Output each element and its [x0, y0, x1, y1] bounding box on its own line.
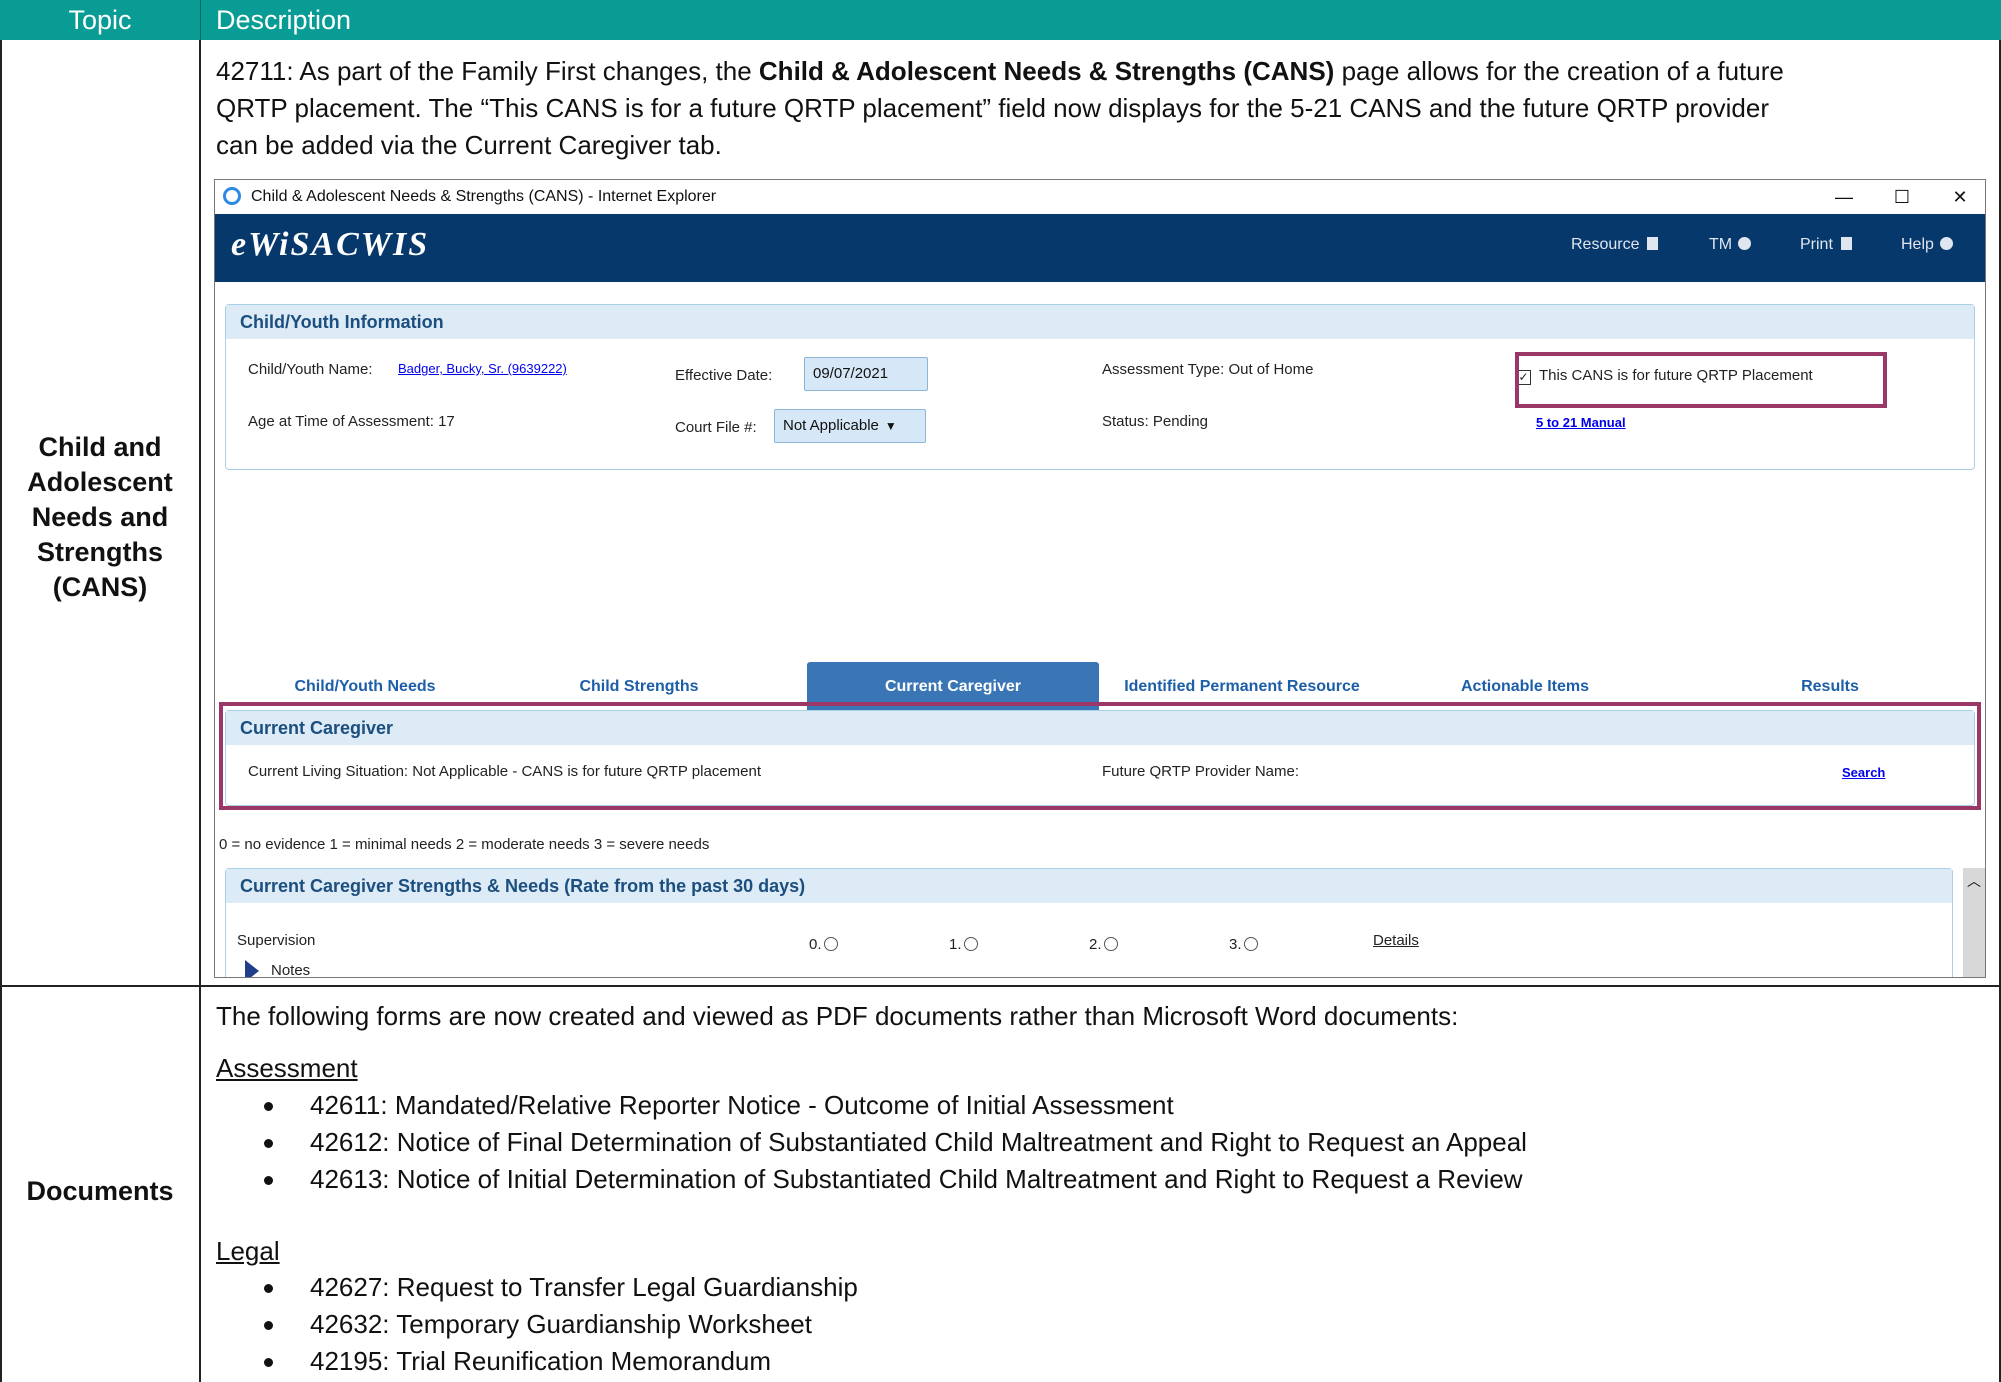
desc-text: 42711: As part of the Family First chang…	[216, 56, 759, 86]
row2-topic: Documents	[26, 1176, 174, 1206]
radio-icon	[1103, 937, 1118, 951]
chevron-down-icon: ▼	[884, 419, 897, 433]
legal-heading: Legal	[216, 1236, 280, 1266]
list-item-text: 42632: Temporary Guardianship Worksheet	[310, 1309, 812, 1339]
bullet-icon	[264, 1284, 273, 1293]
vertical-scrollbar[interactable]: ︿	[1963, 868, 1985, 977]
child-name-label: Child/Youth Name:	[248, 361, 373, 378]
table-row-divider	[0, 985, 2001, 987]
item-label: Supervision	[237, 932, 316, 949]
bullet-icon	[264, 1102, 273, 1111]
details-link[interactable]: Details	[1373, 932, 1419, 949]
globe-icon	[1738, 237, 1752, 250]
rating-0[interactable]: 0.	[809, 936, 838, 953]
scroll-up-icon[interactable]: ︿	[1963, 868, 1985, 894]
window-titlebar: Child & Adolescent Needs & Strengths (CA…	[215, 180, 1985, 214]
maximize-button[interactable]: ☐	[1877, 180, 1927, 214]
tm-link[interactable]: TM	[1709, 236, 1752, 254]
list-item-text: 42611: Mandated/Relative Reporter Notice…	[310, 1090, 1174, 1120]
list-item-text: 42613: Notice of Initial Determination o…	[310, 1164, 1523, 1194]
desc-text: page allows for the creation of a future	[1334, 56, 1784, 86]
description-column-header: Description	[216, 5, 352, 35]
help-label: Help	[1901, 236, 1934, 253]
row1-topic-line: Needs and	[31, 502, 169, 532]
table-header: Topic Description	[0, 0, 2001, 40]
row2-intro: The following forms are now created and …	[216, 1001, 1459, 1031]
list-item-text: 42195: Trial Reunification Memorandum	[310, 1346, 772, 1376]
rating-legend: 0 = no evidence 1 = minimal needs 2 = mo…	[219, 836, 710, 853]
question-icon	[1939, 237, 1953, 250]
notes-arrow-icon[interactable]	[245, 960, 259, 977]
child-info-header: Child/Youth Information	[226, 305, 1974, 339]
radio-icon	[963, 937, 978, 951]
rating-label: 1.	[949, 936, 962, 953]
cans-screenshot: Child & Adolescent Needs & Strengths (CA…	[214, 179, 1986, 978]
print-label: Print	[1800, 236, 1833, 253]
court-file-select[interactable]: Not Applicable ▼	[774, 409, 926, 443]
printer-icon	[1840, 237, 1852, 250]
print-link[interactable]: Print	[1800, 236, 1852, 254]
list-item-text: 42612: Notice of Final Determination of …	[310, 1127, 1527, 1157]
radio-icon	[1243, 937, 1258, 951]
row1-topic: Child and Adolescent Needs and Strengths…	[0, 430, 200, 605]
rating-label: 0.	[809, 936, 822, 953]
bullet-icon	[264, 1321, 273, 1330]
effective-date-field[interactable]: 09/07/2021	[804, 357, 928, 391]
court-file-value: Not Applicable	[783, 417, 879, 434]
header-divider	[200, 0, 201, 40]
rating-label: 2.	[1089, 936, 1102, 953]
tm-label: TM	[1709, 236, 1733, 253]
caregiver-highlight-box	[219, 702, 1981, 810]
resource-label: Resource	[1571, 236, 1640, 253]
row1-description: 42711: As part of the Family First chang…	[216, 53, 1784, 164]
strengths-needs-header: Current Caregiver Strengths & Needs (Rat…	[226, 869, 1952, 903]
assessment-heading: Assessment	[216, 1053, 358, 1083]
rating-1[interactable]: 1.	[949, 936, 978, 953]
row1-topic-line: Strengths	[36, 537, 163, 567]
age-at-assessment: Age at Time of Assessment: 17	[248, 413, 455, 430]
court-file-label: Court File #:	[675, 419, 757, 436]
effective-date-label: Effective Date:	[675, 367, 773, 384]
window-title: Child & Adolescent Needs & Strengths (CA…	[251, 188, 717, 205]
manual-link[interactable]: 5 to 21 Manual	[1536, 415, 1626, 430]
row1-topic-line: Child and	[38, 432, 162, 462]
rating-2[interactable]: 2.	[1089, 936, 1118, 953]
rating-label: 3.	[1229, 936, 1242, 953]
row1-desc-line2: QRTP placement. The “This CANS is for a …	[216, 93, 1770, 123]
bullet-icon	[264, 1358, 273, 1367]
minimize-button[interactable]: —	[1819, 180, 1869, 214]
close-button[interactable]: ✕	[1935, 180, 1985, 214]
row1-topic-line: Adolescent	[27, 467, 173, 497]
resource-link[interactable]: Resource	[1571, 236, 1659, 254]
help-link[interactable]: Help	[1901, 236, 1953, 254]
document-page: Topic Description Child and Adolescent N…	[0, 0, 2001, 1382]
assessment-type: Assessment Type: Out of Home	[1102, 361, 1314, 378]
row1-topic-line: (CANS)	[52, 572, 148, 602]
strengths-needs-panel: Current Caregiver Strengths & Needs (Rat…	[225, 868, 1953, 977]
row1-desc-line1: 42711: As part of the Family First chang…	[216, 53, 1784, 90]
internet-explorer-icon	[223, 187, 241, 205]
bullet-icon	[264, 1176, 273, 1185]
bullet-icon	[264, 1139, 273, 1148]
rating-3[interactable]: 3.	[1229, 936, 1258, 953]
radio-icon	[823, 937, 838, 951]
row1-desc-line3: can be added via the Current Caregiver t…	[216, 130, 722, 160]
book-icon	[1647, 237, 1659, 250]
list-item-text: 42627: Request to Transfer Legal Guardia…	[310, 1272, 858, 1302]
app-banner: eWiSACWIS Resource TM Print Help	[215, 214, 1985, 282]
desc-bold-text: Child & Adolescent Needs & Strengths (CA…	[758, 56, 1335, 86]
status: Status: Pending	[1102, 413, 1208, 430]
topic-column-header: Topic	[68, 5, 132, 35]
child-name-link[interactable]: Badger, Bucky, Sr. (9639222)	[398, 361, 567, 376]
qrtp-highlight-box	[1515, 352, 1887, 408]
notes-label[interactable]: Notes	[271, 962, 310, 977]
ewisacwis-logo: eWiSACWIS	[231, 226, 430, 263]
